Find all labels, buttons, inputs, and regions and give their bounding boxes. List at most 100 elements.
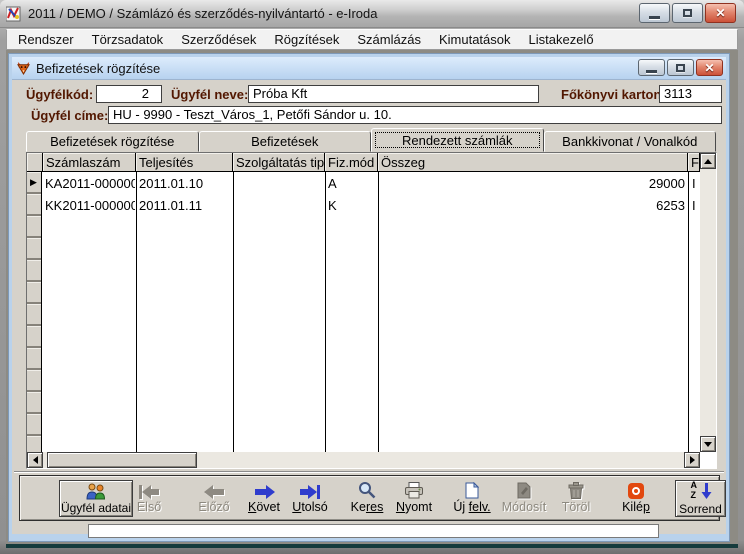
cell-szamlaszam: KA2011-0000002: [43, 172, 135, 194]
sort-az-icon: AZ: [690, 481, 712, 501]
scroll-down-button[interactable]: [700, 436, 716, 452]
record-selector-column: ▶: [27, 172, 42, 452]
toolbar-separator: [14, 471, 724, 473]
table-row[interactable]: KK2011-0000001 2011.01.11 K 6253 I: [43, 194, 700, 216]
col-szamlaszam[interactable]: Számlaszám: [43, 153, 136, 172]
menu-rendszer[interactable]: Rendszer: [9, 30, 83, 49]
child-close-button[interactable]: ✕: [696, 59, 723, 76]
printer-icon: [385, 479, 443, 499]
child-maximize-button[interactable]: [667, 59, 694, 76]
sorrend-button[interactable]: AZ Sorrend: [675, 480, 726, 517]
menu-listakezelo[interactable]: Listakezelő: [520, 30, 603, 49]
first-record-icon: [120, 479, 178, 499]
horizontal-scroll-thumb[interactable]: [47, 452, 197, 468]
tab-bankkivonat-vonalkod[interactable]: Bankkivonat / Vonalkód: [544, 131, 717, 152]
ugyfelkod-input[interactable]: 2: [96, 85, 162, 103]
ugyfel-neve-label: Ügyfél neve:: [171, 87, 248, 102]
table-row[interactable]: KA2011-0000002 2011.01.10 A 29000 I: [43, 172, 700, 194]
menu-rogzitesek[interactable]: Rögzítések: [265, 30, 348, 49]
cell-extra: I: [690, 194, 700, 216]
new-page-icon: [443, 479, 501, 499]
col-osszeg[interactable]: Összeg: [378, 153, 688, 172]
col-teljesites[interactable]: Teljesítés: [136, 153, 233, 172]
kilep-button[interactable]: Kilép: [607, 479, 665, 519]
child-minimize-button[interactable]: [638, 59, 665, 76]
arrow-right-icon: [690, 456, 699, 464]
toolbar: Ügyfél adatai Első Előző: [19, 475, 720, 521]
fokonyvi-karton-label: Főkönyvi karton:: [561, 87, 666, 102]
close-icon: ✕: [715, 7, 725, 19]
utolso-button[interactable]: Utolsó: [281, 479, 339, 519]
ugyfel-neve-input[interactable]: Próba Kft: [248, 85, 539, 103]
ugyfel-cime-label: Ügyfél címe:: [31, 108, 108, 123]
close-icon: ✕: [704, 62, 714, 74]
cell-szolgaltatas: [234, 172, 324, 194]
nyomt-button[interactable]: Nyomt: [385, 479, 443, 519]
child-window: Befizetések rögzítése ✕ Ügyfélkód: 2 Ügy…: [8, 53, 730, 542]
ugyfelkod-label: Ügyfélkód:: [26, 87, 93, 102]
col-fizmod[interactable]: Fiz.mód: [325, 153, 378, 172]
scroll-left-button[interactable]: [27, 452, 43, 468]
menu-szamlazas[interactable]: Számlázás: [348, 30, 430, 49]
menu-torzsadatok[interactable]: Törzsadatok: [83, 30, 173, 49]
grid-header: Számlaszám Teljesítés Szolgáltatás tipus…: [27, 153, 700, 172]
trash-icon: [547, 479, 605, 499]
fokonyvi-karton-input[interactable]: 3113: [659, 85, 722, 103]
col-szolgaltatas-tipus[interactable]: Szolgáltatás tipus: [233, 153, 325, 172]
cell-osszeg: 6253: [379, 194, 687, 216]
grid-body: KA2011-0000002 2011.01.10 A 29000 I KK20…: [43, 172, 700, 452]
current-row-marker: ▶: [30, 177, 37, 188]
torol-button: Töröl: [547, 479, 605, 519]
app-icon: [6, 6, 22, 22]
tab-befizetesek-rogzitese[interactable]: Befizetések rögzítése: [26, 131, 199, 152]
menu-szerzodesek[interactable]: Szerződések: [172, 30, 265, 49]
invoice-grid: Számlaszám Teljesítés Szolgáltatás tipus…: [26, 152, 717, 469]
window-title: 2011 / DEMO / Számlázó és szerződés-nyil…: [28, 6, 377, 21]
arrow-up-icon: [704, 155, 712, 164]
close-button[interactable]: ✕: [705, 3, 736, 23]
cell-teljesites: 2011.01.10: [137, 172, 232, 194]
cell-szamlaszam: KK2011-0000001: [43, 194, 135, 216]
exit-icon: [607, 479, 665, 499]
minimize-icon: [649, 16, 660, 19]
scrollbar-corner: [700, 452, 716, 468]
status-bar: [88, 524, 659, 538]
fox-icon: [16, 61, 31, 76]
child-window-title: Befizetések rögzítése: [36, 61, 160, 76]
ugyfel-cime-input[interactable]: HU - 9990 - Teszt_Város_1, Petőfi Sándor…: [108, 106, 722, 124]
grid-header-selector: [27, 153, 43, 172]
cell-osszeg: 29000: [379, 172, 687, 194]
people-icon: [85, 483, 107, 500]
child-body: Ügyfélkód: 2 Ügyfél neve: Próba Kft Főkö…: [12, 79, 726, 534]
vertical-scrollbar[interactable]: [700, 153, 716, 452]
menu-bar: Rendszer Törzsadatok Szerződések Rögzíté…: [6, 29, 738, 50]
scroll-up-button[interactable]: [700, 153, 716, 169]
maximize-icon: [683, 9, 692, 17]
minimize-button[interactable]: [639, 3, 670, 23]
edit-page-icon: [495, 479, 553, 499]
uj-felv-button[interactable]: Új felv.: [443, 479, 501, 519]
cell-teljesites: 2011.01.11: [137, 194, 232, 216]
scroll-right-button[interactable]: [684, 452, 700, 468]
cell-extra: I: [690, 172, 700, 194]
last-record-icon: [281, 479, 339, 499]
menu-kimutatasok[interactable]: Kimutatások: [430, 30, 520, 49]
elso-button: Első: [120, 479, 178, 519]
main-titlebar: 2011 / DEMO / Számlázó és szerződés-nyil…: [0, 0, 744, 28]
sorrend-label: Sorrend: [679, 502, 722, 516]
col-partial[interactable]: F: [688, 153, 700, 172]
cell-fizmod: A: [326, 172, 377, 194]
maximize-button[interactable]: [672, 3, 703, 23]
maximize-icon: [676, 64, 685, 72]
child-titlebar: Befizetések rögzítése ✕: [12, 57, 726, 79]
mdi-area: Befizetések rögzítése ✕ Ügyfélkód: 2 Ügy…: [6, 50, 738, 548]
minimize-icon: [646, 70, 657, 73]
modosit-button: Módosít: [495, 479, 553, 519]
arrow-down-icon: [704, 442, 712, 451]
cell-szolgaltatas: [234, 194, 324, 216]
tab-strip: Befizetések rögzítése Befizetések Rendez…: [26, 128, 716, 152]
cell-fizmod: K: [326, 194, 377, 216]
horizontal-scrollbar[interactable]: [27, 452, 700, 468]
tab-befizetesek[interactable]: Befizetések: [199, 131, 372, 152]
tab-rendezett-szamlak[interactable]: Rendezett számlák: [371, 128, 544, 152]
